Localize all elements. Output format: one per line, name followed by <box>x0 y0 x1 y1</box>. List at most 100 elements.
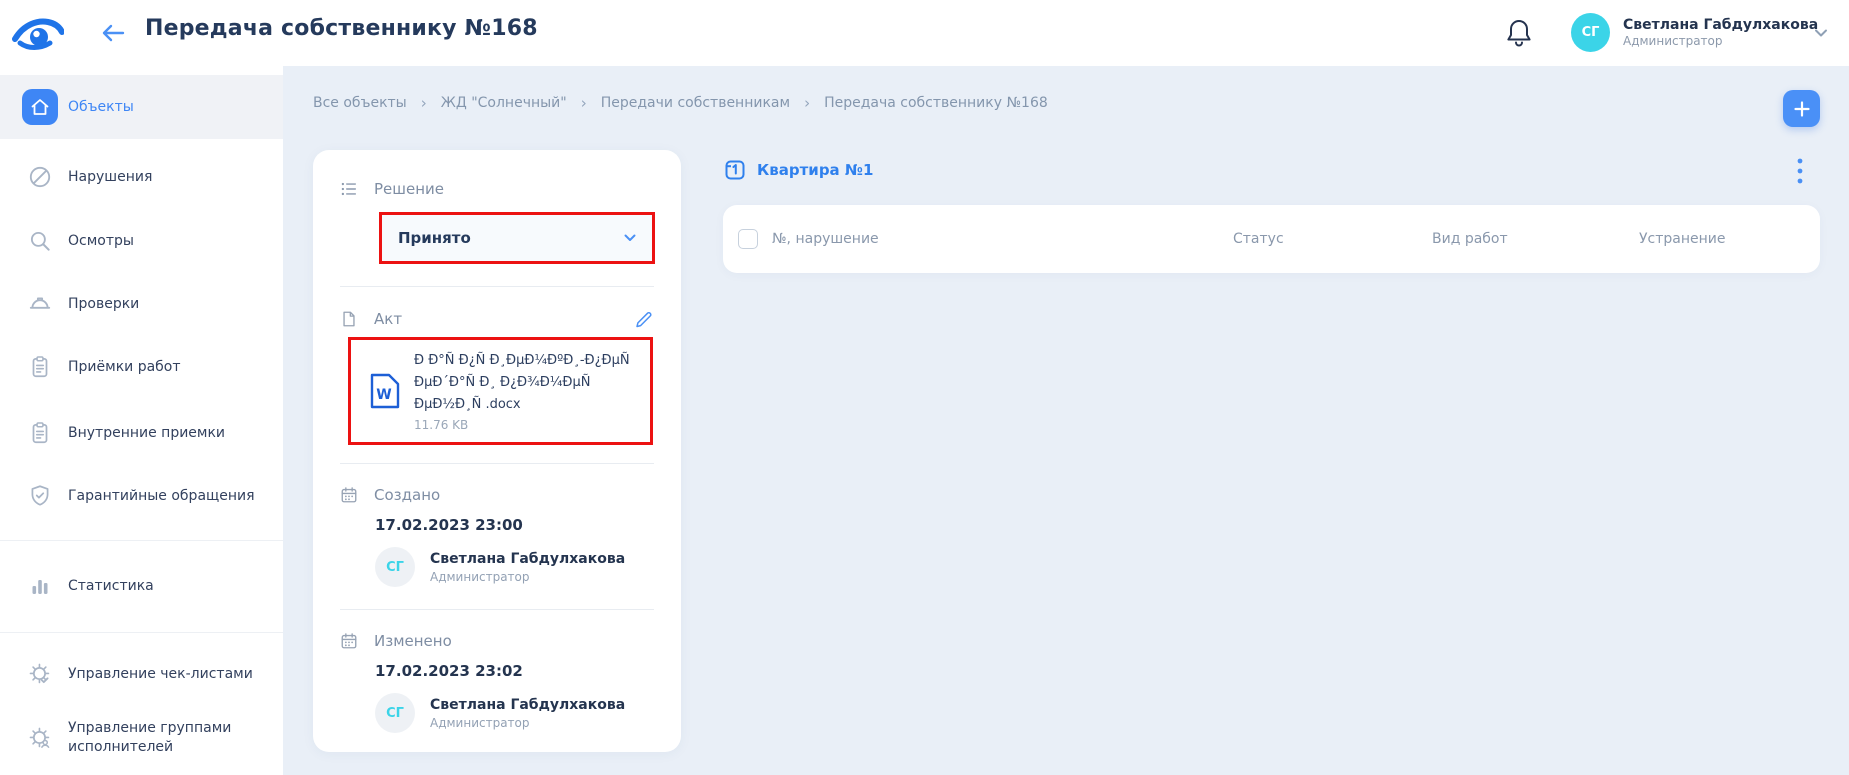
divider <box>340 463 654 464</box>
decision-select[interactable]: Принято <box>382 215 652 261</box>
breadcrumb: Все объекты › ЖД "Солнечный" › Передачи … <box>313 94 1048 112</box>
svg-text:W: W <box>376 387 391 403</box>
created-user-name: Светлана Габдулхакова <box>430 550 625 569</box>
shield-check-icon <box>22 478 58 514</box>
sidebar-item-label: Управление группами исполнителей <box>68 719 266 757</box>
calendar-icon <box>340 486 358 504</box>
sidebar-divider <box>0 540 283 541</box>
sidebar-item-label: Нарушения <box>68 168 266 187</box>
sidebar-item-inspections[interactable]: Осмотры <box>0 209 283 273</box>
add-button[interactable] <box>1783 90 1820 127</box>
created-label: Создано <box>374 486 440 504</box>
sidebar-item-label: Приёмки работ <box>68 358 266 377</box>
back-arrow-icon[interactable] <box>98 18 128 48</box>
created-field: Создано <box>340 486 654 504</box>
column-header-resolution: Устранение <box>1639 205 1725 273</box>
created-datetime: 17.02.2023 23:00 <box>375 516 654 534</box>
user-name: Светлана Габдулхакова <box>1623 16 1818 34</box>
magnifier-icon <box>22 223 58 259</box>
user-role: Администратор <box>1623 34 1818 49</box>
plus-icon <box>1792 99 1812 119</box>
column-header-work-type: Вид работ <box>1432 205 1508 273</box>
top-bar: Передача собственнику №168 СГ Светлана Г… <box>0 0 1849 66</box>
modified-datetime: 17.02.2023 23:02 <box>375 662 654 680</box>
annotation-box-act-file: W Ð Ð°Ñ Ð¿Ñ Ð¸ÐµÐ¼ÐºÐ¸-Ð¿ÐµÑ ÐµÐ´Ð°Ñ Ð¸ … <box>348 337 653 445</box>
clipboard-icon <box>22 349 58 385</box>
sidebar-item-warranty-claims[interactable]: Гарантийные обращения <box>0 464 283 528</box>
avatar: СГ <box>375 693 415 733</box>
created-user-role: Администратор <box>430 569 625 585</box>
sidebar-item-label: Внутренние приемки <box>68 424 266 443</box>
prohibition-icon <box>22 159 58 195</box>
sidebar-item-violations[interactable]: Нарушения <box>0 145 283 209</box>
select-all-checkbox[interactable] <box>738 229 758 249</box>
sidebar: Объекты Нарушения Осмотры Проверки Приём… <box>0 66 283 775</box>
modified-user: СГ Светлана Габдулхакова Администратор <box>375 693 654 733</box>
act-file-attachment[interactable]: W Ð Ð°Ñ Ð¿Ñ Ð¸ÐµÐ¼ÐºÐ¸-Ð¿ÐµÑ ÐµÐ´Ð°Ñ Ð¸ … <box>369 350 640 432</box>
act-label: Акт <box>374 310 402 328</box>
sidebar-item-internal-acceptance[interactable]: Внутренние приемки <box>0 401 283 465</box>
breadcrumb-separator: › <box>421 94 427 112</box>
gear-check-icon <box>22 656 58 692</box>
divider <box>340 286 654 287</box>
sidebar-divider <box>0 632 283 633</box>
act-field: Акт <box>340 310 402 328</box>
avatar: СГ <box>1571 13 1610 52</box>
modified-user-name: Светлана Габдулхакова <box>430 696 625 715</box>
document-icon <box>340 310 358 328</box>
decision-value: Принято <box>398 229 471 247</box>
sidebar-item-label: Проверки <box>68 295 266 314</box>
act-file-name: Ð Ð°Ñ Ð¿Ñ Ð¸ÐµÐ¼ÐºÐ¸-Ð¿ÐµÑ ÐµÐ´Ð°Ñ Ð¸ Ð¿… <box>414 350 640 416</box>
breadcrumb-separator: › <box>581 94 587 112</box>
sidebar-item-label: Статистика <box>68 577 266 596</box>
page-title: Передача собственнику №168 <box>145 16 538 41</box>
avatar: СГ <box>375 547 415 587</box>
sidebar-item-work-acceptance[interactable]: Приёмки работ <box>0 335 283 399</box>
notifications-bell-icon[interactable] <box>1504 17 1534 49</box>
act-file-size: 11.76 KB <box>414 418 640 432</box>
list-icon <box>340 180 358 198</box>
clipboard-icon <box>22 415 58 451</box>
created-user: СГ Светлана Габдулхакова Администратор <box>375 547 654 587</box>
gear-user-icon <box>22 720 58 756</box>
divider <box>340 609 654 610</box>
sidebar-item-statistics[interactable]: Статистика <box>0 554 283 618</box>
content-area: Все объекты › ЖД "Солнечный" › Передачи … <box>283 66 1849 775</box>
app-logo-eye-icon[interactable] <box>12 13 64 53</box>
breadcrumb-item-current: Передача собственнику №168 <box>824 95 1048 111</box>
breadcrumb-separator: › <box>804 94 810 112</box>
breadcrumb-item[interactable]: Все объекты <box>313 95 407 111</box>
sidebar-item-label: Управление чек-листами <box>68 665 266 684</box>
column-header-violation: №, нарушение <box>772 205 879 273</box>
user-menu[interactable]: СГ Светлана Габдулхакова Администратор <box>1571 13 1818 52</box>
hard-hat-icon <box>22 286 58 322</box>
bar-chart-icon <box>22 568 58 604</box>
sidebar-item-label: Гарантийные обращения <box>68 487 266 506</box>
annotation-box-decision: Принято <box>379 212 655 264</box>
chevron-down-icon <box>622 230 638 246</box>
home-icon <box>22 89 58 125</box>
kebab-menu-icon[interactable] <box>1788 158 1812 184</box>
apartment-plan-icon <box>723 158 747 182</box>
violations-table: №, нарушение Статус Вид работ Устранение <box>723 205 1820 273</box>
modified-field: Изменено <box>340 632 654 650</box>
sidebar-item-checklist-management[interactable]: Управление чек-листами <box>0 642 283 706</box>
sidebar-item-objects[interactable]: Объекты <box>0 75 283 139</box>
calendar-icon <box>340 632 358 650</box>
edit-pencil-icon[interactable] <box>634 309 654 329</box>
column-header-status: Статус <box>1233 205 1284 273</box>
unit-title[interactable]: Квартира №1 <box>757 161 873 179</box>
decision-label: Решение <box>374 180 444 198</box>
sidebar-item-label: Объекты <box>68 98 266 117</box>
sidebar-item-checks[interactable]: Проверки <box>0 272 283 336</box>
chevron-down-icon[interactable] <box>1812 24 1830 42</box>
breadcrumb-item[interactable]: Передачи собственникам <box>601 95 790 111</box>
sidebar-item-label: Осмотры <box>68 232 266 251</box>
transfer-details-card: Решение Принято Акт W Ð <box>313 150 681 752</box>
modified-label: Изменено <box>374 632 452 650</box>
word-file-icon: W <box>369 373 401 409</box>
modified-user-role: Администратор <box>430 715 625 731</box>
unit-header: Квартира №1 <box>723 158 873 182</box>
sidebar-item-executor-groups-management[interactable]: Управление группами исполнителей <box>0 706 283 770</box>
breadcrumb-item[interactable]: ЖД "Солнечный" <box>441 95 567 111</box>
